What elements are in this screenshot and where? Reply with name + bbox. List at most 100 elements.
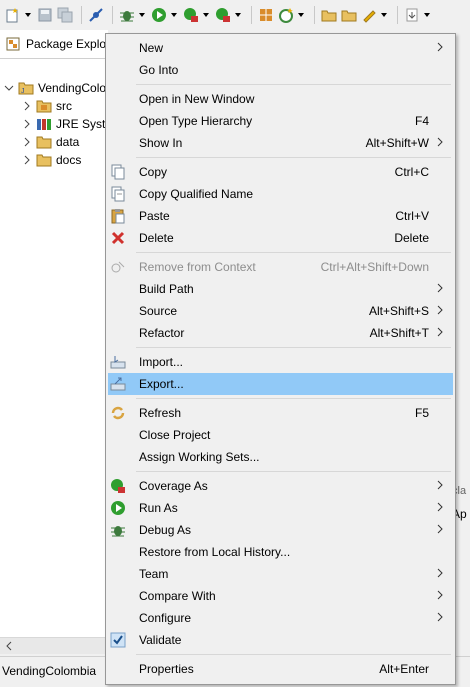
folder-icon [36,153,52,167]
menu-separator [136,84,451,85]
toolbar-separator [112,6,113,24]
menu-item-refactor[interactable]: Refactor Alt+Shift+T [108,322,453,344]
chevron-right-icon [437,502,443,512]
chevron-right-icon [437,137,443,147]
tree-item-src[interactable]: src [22,97,72,115]
menu-item-show-in[interactable]: Show In Alt+Shift+W [108,132,453,154]
main-toolbar [0,0,470,30]
chevron-right-icon [437,42,443,52]
menu-item-accelerator: Ctrl+V [395,209,429,223]
menu-item-export[interactable]: Export... [108,373,453,395]
chevron-down-icon[interactable] [4,83,14,93]
debug-icon [110,522,126,538]
horizontal-scrollbar[interactable] [0,637,108,654]
menu-item-new[interactable]: New [108,37,453,59]
save-all-icon[interactable] [56,6,74,24]
menu-item-label: Delete [139,231,174,245]
menu-item-go-into[interactable]: Go Into [108,59,453,81]
menu-item-build-path[interactable]: Build Path [108,278,453,300]
chevron-right-icon[interactable] [22,137,32,147]
menu-item-copy-qualified-name[interactable]: Copy Qualified Name [108,183,453,205]
menu-item-coverage-as[interactable]: Coverage As [108,475,453,497]
menu-item-label: Import... [139,355,184,369]
menu-item-paste[interactable]: Paste Ctrl+V [108,205,453,227]
chevron-right-icon[interactable] [22,119,32,129]
menu-item-open-type-hierarchy[interactable]: Open Type Hierarchy F4 [108,110,453,132]
tree-item-label: data [56,135,80,149]
package-explorer-tab[interactable]: Package Explorer [0,30,108,59]
menu-item-assign-working-sets[interactable]: Assign Working Sets... [108,446,453,468]
menu-item-label: Debug As [139,523,192,537]
new-class-dropdown[interactable] [297,6,305,24]
menu-item-validate[interactable]: Validate [108,629,453,651]
menu-separator [136,157,451,158]
scroll-left-icon[interactable] [3,639,15,653]
run-icon[interactable] [150,6,168,24]
chevron-right-icon [437,612,443,622]
menu-item-properties[interactable]: Properties Alt+Enter [108,658,453,680]
menu-item-run-as[interactable]: Run As [108,497,453,519]
chevron-right-icon [437,590,443,600]
skip-breakpoints-icon[interactable] [87,6,105,24]
external-tools-icon[interactable] [214,6,232,24]
run-dropdown[interactable] [170,6,178,24]
menu-item-accelerator: Alt+Shift+T [369,326,429,340]
external-tools-dropdown[interactable] [234,6,242,24]
menu-item-source[interactable]: Source Alt+Shift+S [108,300,453,322]
menu-item-compare-with[interactable]: Compare With [108,585,453,607]
status-text: VendingColombia [2,664,97,678]
menu-item-close-project[interactable]: Close Project [108,424,453,446]
menu-item-import[interactable]: Import... [108,351,453,373]
menu-item-remove-from-context: Remove from Context Ctrl+Alt+Shift+Down [108,256,453,278]
new-icon[interactable] [4,6,22,24]
debug-dropdown[interactable] [138,6,146,24]
menu-separator [136,347,451,348]
menu-item-accelerator: Ctrl+C [394,165,429,179]
menu-item-team[interactable]: Team [108,563,453,585]
search-icon[interactable] [360,6,378,24]
new-package-icon[interactable] [257,6,275,24]
new-class-icon[interactable] [277,6,295,24]
tree-item-docs[interactable]: docs [22,151,81,169]
chevron-right-icon[interactable] [22,101,32,111]
search-dropdown[interactable] [380,6,388,24]
chevron-right-icon[interactable] [22,155,32,165]
chevron-right-icon [437,305,443,315]
menu-item-debug-as[interactable]: Debug As [108,519,453,541]
coverage-dropdown[interactable] [202,6,210,24]
chevron-right-icon [437,283,443,293]
menu-item-label: Properties [139,662,194,676]
chevron-right-icon [437,568,443,578]
menu-item-label: Validate [139,633,182,647]
coverage-icon[interactable] [182,6,200,24]
menu-item-copy[interactable]: Copy Ctrl+C [108,161,453,183]
menu-item-label: Run As [139,501,178,515]
tree-item-label: docs [56,153,82,167]
package-explorer-title: Package Explorer [26,37,108,51]
next-annotation-icon[interactable] [403,6,421,24]
menu-item-accelerator: F5 [414,406,429,420]
menu-item-label: Refresh [139,406,182,420]
new-dropdown[interactable] [24,6,32,24]
save-icon[interactable] [36,6,54,24]
tree-item-label: src [56,99,72,113]
open-task-icon[interactable] [340,6,358,24]
toolbar-separator [314,6,315,24]
menu-item-refresh[interactable]: Refresh F5 [108,402,453,424]
menu-item-accelerator: Delete [394,231,429,245]
menu-item-configure[interactable]: Configure [108,607,453,629]
source-folder-icon [36,99,52,113]
next-annotation-dropdown[interactable] [423,6,431,24]
debug-icon[interactable] [118,6,136,24]
menu-item-delete[interactable]: Delete Delete [108,227,453,249]
menu-item-label: Copy Qualified Name [139,187,254,201]
chevron-right-icon [437,480,443,490]
menu-item-restore-from-local-history[interactable]: Restore from Local History... [108,541,453,563]
menu-item-open-in-new-window[interactable]: Open in New Window [108,88,453,110]
open-type-icon[interactable] [320,6,338,24]
tree-item-data[interactable]: data [22,133,79,151]
menu-item-accelerator: Alt+Enter [379,662,429,676]
import-icon [110,354,126,370]
coverage-icon [110,478,126,494]
menu-item-label: Restore from Local History... [139,545,291,559]
